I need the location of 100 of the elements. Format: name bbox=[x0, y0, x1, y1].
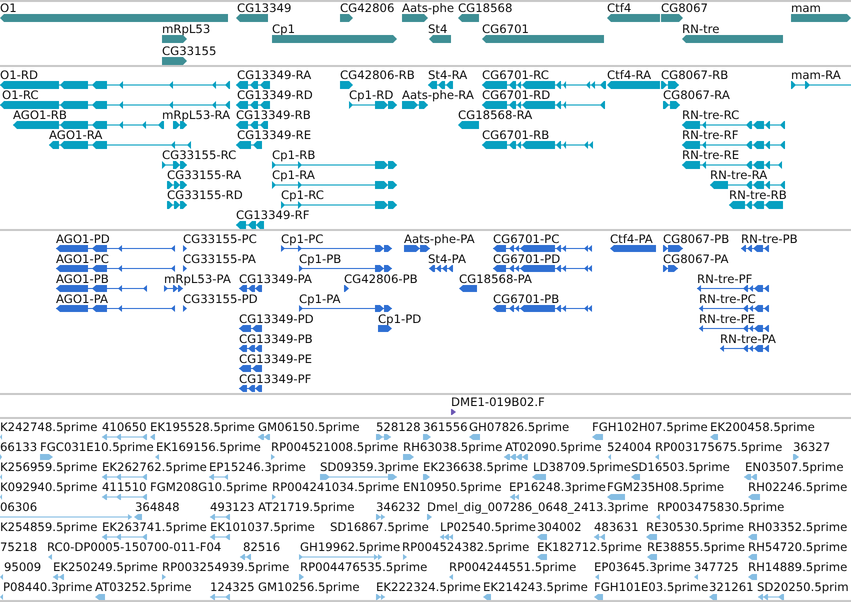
transcript-glyph[interactable] bbox=[236, 141, 262, 149]
est-glyph[interactable] bbox=[537, 554, 547, 560]
est-glyph[interactable] bbox=[403, 454, 414, 460]
protein-glyph[interactable] bbox=[281, 245, 392, 252]
gene-bar[interactable] bbox=[482, 35, 604, 44]
est-glyph[interactable] bbox=[656, 514, 660, 520]
protein-glyph[interactable] bbox=[239, 285, 262, 292]
gene-bar[interactable] bbox=[272, 35, 397, 44]
protein-glyph[interactable] bbox=[183, 265, 187, 272]
transcript-glyph[interactable] bbox=[349, 101, 397, 109]
protein-glyph[interactable] bbox=[610, 245, 656, 252]
est-glyph[interactable] bbox=[102, 494, 147, 500]
est-glyph[interactable] bbox=[469, 434, 480, 440]
est-glyph[interactable] bbox=[210, 514, 230, 520]
transcript-glyph[interactable] bbox=[682, 161, 782, 169]
transcript-glyph[interactable] bbox=[791, 81, 851, 89]
transcript-glyph[interactable] bbox=[482, 141, 593, 149]
est-glyph[interactable] bbox=[53, 574, 64, 580]
est-glyph[interactable] bbox=[209, 474, 228, 480]
transcript-glyph[interactable] bbox=[340, 81, 353, 89]
est-glyph[interactable] bbox=[40, 454, 53, 460]
est-glyph[interactable] bbox=[95, 594, 105, 600]
est-glyph[interactable] bbox=[748, 534, 757, 540]
est-glyph[interactable] bbox=[440, 534, 453, 540]
protein-glyph[interactable] bbox=[493, 305, 592, 312]
protein-glyph[interactable] bbox=[239, 385, 262, 392]
transcript-glyph[interactable] bbox=[663, 101, 680, 109]
est-glyph[interactable] bbox=[423, 474, 430, 480]
est-glyph[interactable] bbox=[258, 434, 270, 440]
est-glyph[interactable] bbox=[423, 434, 431, 440]
est-glyph[interactable] bbox=[793, 454, 799, 460]
est-glyph[interactable] bbox=[0, 594, 3, 600]
protein-glyph[interactable] bbox=[239, 365, 262, 372]
est-glyph[interactable] bbox=[48, 554, 52, 560]
est-glyph[interactable] bbox=[155, 454, 159, 460]
transcript-glyph[interactable] bbox=[661, 81, 679, 89]
est-glyph[interactable] bbox=[608, 454, 611, 460]
est-glyph[interactable] bbox=[748, 494, 760, 500]
transcript-glyph[interactable] bbox=[236, 121, 268, 129]
est-glyph[interactable] bbox=[758, 594, 784, 600]
protein-glyph[interactable] bbox=[164, 285, 183, 292]
est-glyph[interactable] bbox=[631, 474, 640, 480]
est-glyph[interactable] bbox=[694, 574, 698, 580]
est-glyph[interactable] bbox=[299, 574, 304, 580]
transcript-glyph[interactable] bbox=[236, 81, 270, 89]
protein-glyph[interactable] bbox=[239, 345, 262, 352]
transcript-glyph[interactable] bbox=[729, 201, 783, 209]
protein-glyph[interactable] bbox=[56, 305, 175, 312]
est-glyph[interactable] bbox=[162, 574, 166, 580]
est-glyph[interactable] bbox=[647, 554, 657, 560]
est-glyph[interactable] bbox=[299, 554, 382, 560]
transcript-glyph[interactable] bbox=[272, 181, 397, 189]
est-glyph[interactable] bbox=[240, 554, 251, 560]
est-glyph[interactable] bbox=[532, 474, 546, 480]
gene-bar[interactable] bbox=[402, 14, 428, 22]
transcript-glyph[interactable] bbox=[482, 81, 606, 89]
transcript-glyph[interactable] bbox=[682, 141, 785, 149]
protein-glyph[interactable] bbox=[404, 245, 430, 252]
protein-glyph[interactable] bbox=[429, 265, 453, 272]
gene-bar[interactable] bbox=[429, 35, 451, 44]
protein-glyph[interactable] bbox=[663, 265, 678, 272]
est-glyph[interactable] bbox=[594, 594, 603, 600]
est-glyph[interactable] bbox=[594, 534, 605, 540]
est-glyph[interactable] bbox=[483, 594, 491, 600]
protein-glyph[interactable] bbox=[493, 265, 592, 272]
transcript-glyph[interactable] bbox=[167, 181, 187, 189]
est-glyph[interactable] bbox=[748, 554, 757, 560]
est-glyph[interactable] bbox=[655, 454, 659, 460]
est-glyph[interactable] bbox=[710, 434, 718, 440]
transcript-glyph[interactable] bbox=[458, 121, 479, 129]
transcript-glyph[interactable] bbox=[13, 121, 164, 129]
est-glyph[interactable] bbox=[510, 494, 519, 500]
est-glyph[interactable] bbox=[102, 534, 147, 540]
protein-glyph[interactable] bbox=[56, 245, 175, 252]
protein-glyph[interactable] bbox=[459, 285, 477, 292]
protein-glyph[interactable] bbox=[663, 245, 683, 252]
transcript-glyph[interactable] bbox=[162, 161, 187, 169]
est-glyph[interactable] bbox=[403, 554, 407, 560]
protein-glyph[interactable] bbox=[183, 305, 187, 312]
est-glyph[interactable] bbox=[592, 434, 603, 440]
est-glyph[interactable] bbox=[376, 514, 385, 520]
gene-bar[interactable] bbox=[236, 14, 268, 22]
transcript-glyph[interactable] bbox=[272, 161, 397, 169]
protein-glyph[interactable] bbox=[493, 245, 592, 252]
transcript-glyph[interactable] bbox=[682, 121, 785, 129]
gene-bar[interactable] bbox=[340, 14, 353, 22]
protein-glyph[interactable] bbox=[699, 305, 769, 312]
est-glyph[interactable] bbox=[376, 594, 385, 600]
est-glyph[interactable] bbox=[150, 434, 155, 440]
gene-bar[interactable] bbox=[162, 35, 187, 44]
transcript-glyph[interactable] bbox=[281, 201, 397, 209]
est-glyph[interactable] bbox=[427, 514, 432, 520]
transcript-glyph[interactable] bbox=[173, 121, 187, 129]
clone-end-glyph[interactable] bbox=[451, 409, 456, 415]
est-glyph[interactable] bbox=[646, 534, 657, 540]
protein-glyph[interactable] bbox=[344, 285, 349, 292]
est-glyph[interactable] bbox=[0, 574, 3, 580]
transcript-glyph[interactable] bbox=[402, 101, 428, 109]
transcript-glyph[interactable] bbox=[0, 81, 230, 89]
protein-glyph[interactable] bbox=[699, 325, 769, 332]
